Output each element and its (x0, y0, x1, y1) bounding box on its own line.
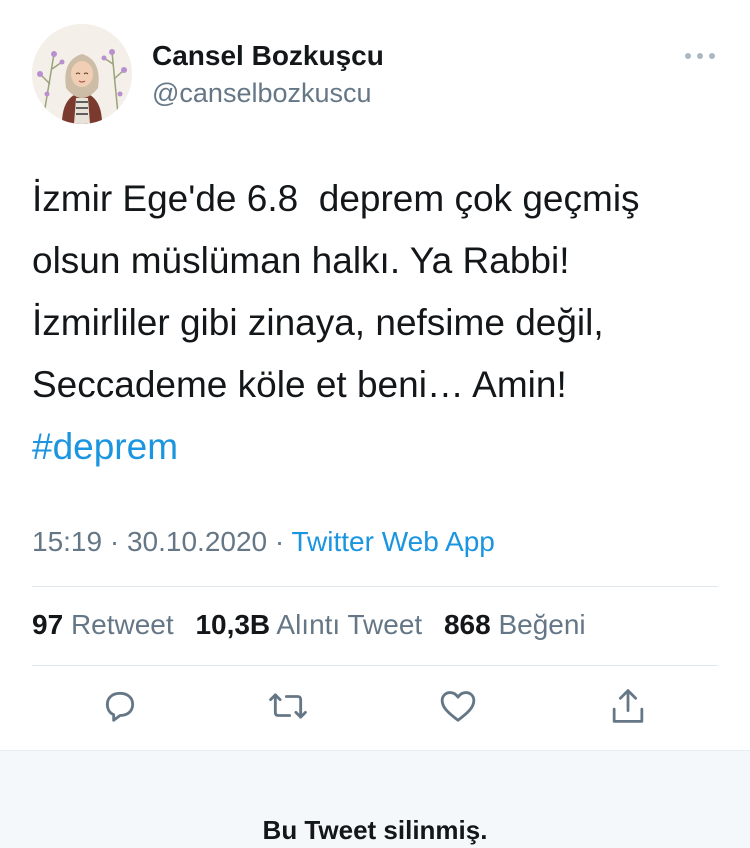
tweet-meta: 15:19 · 30.10.2020 · Twitter Web App (32, 526, 495, 558)
tweet-text-line: İzmir Ege'de 6.8 deprem çok geçmiş (32, 178, 640, 219)
hashtag-link[interactable]: #deprem (32, 416, 722, 478)
tweet-time[interactable]: 15:19 (32, 526, 102, 557)
tweet-date[interactable]: 30.10.2020 (127, 526, 267, 557)
avatar-illustration (32, 24, 132, 124)
retweets-stat[interactable]: 97 Retweet (32, 609, 174, 640)
tweet-actions (0, 684, 750, 734)
like-icon[interactable] (436, 684, 480, 728)
quotes-label: Alıntı Tweet (276, 609, 423, 640)
author-display-name[interactable]: Cansel Bozkuşcu (152, 40, 384, 72)
retweets-count: 97 (32, 609, 64, 640)
share-icon[interactable] (606, 684, 650, 728)
reply-icon[interactable] (98, 684, 142, 728)
quotes-count: 10,3B (195, 609, 271, 640)
tweet-text-line: Seccademe köle et beni… Amin! (32, 364, 567, 405)
retweet-icon[interactable] (266, 684, 310, 728)
tweet-text-line: olsun müslüman halkı. Ya Rabbi! (32, 240, 570, 281)
meta-separator: · (109, 526, 120, 557)
deleted-tweet-notice: Bu Tweet silinmiş. (0, 750, 750, 848)
meta-separator: · (274, 526, 285, 557)
tweet-stats: 97 Retweet 10,3B Alıntı Tweet 868 Beğeni (32, 609, 600, 641)
more-options-icon[interactable] (680, 44, 720, 68)
tweet-text: İzmir Ege'de 6.8 deprem çok geçmiş olsun… (32, 168, 722, 478)
tweet-source-link[interactable]: Twitter Web App (292, 526, 495, 557)
tweet-text-line: İzmirliler gibi zinaya, nefsime değil, (32, 302, 604, 343)
divider (32, 586, 718, 587)
quotes-stat[interactable]: 10,3B Alıntı Tweet (195, 609, 422, 640)
avatar[interactable] (32, 24, 132, 124)
author-handle[interactable]: @canselbozkuscu (152, 78, 372, 109)
divider (32, 665, 718, 666)
deleted-tweet-text: Bu Tweet silinmiş. (262, 815, 488, 845)
retweets-label: Retweet (70, 609, 174, 640)
likes-stat[interactable]: 868 Beğeni (444, 609, 586, 640)
likes-count: 868 (443, 609, 491, 640)
likes-label: Beğeni (498, 609, 586, 640)
